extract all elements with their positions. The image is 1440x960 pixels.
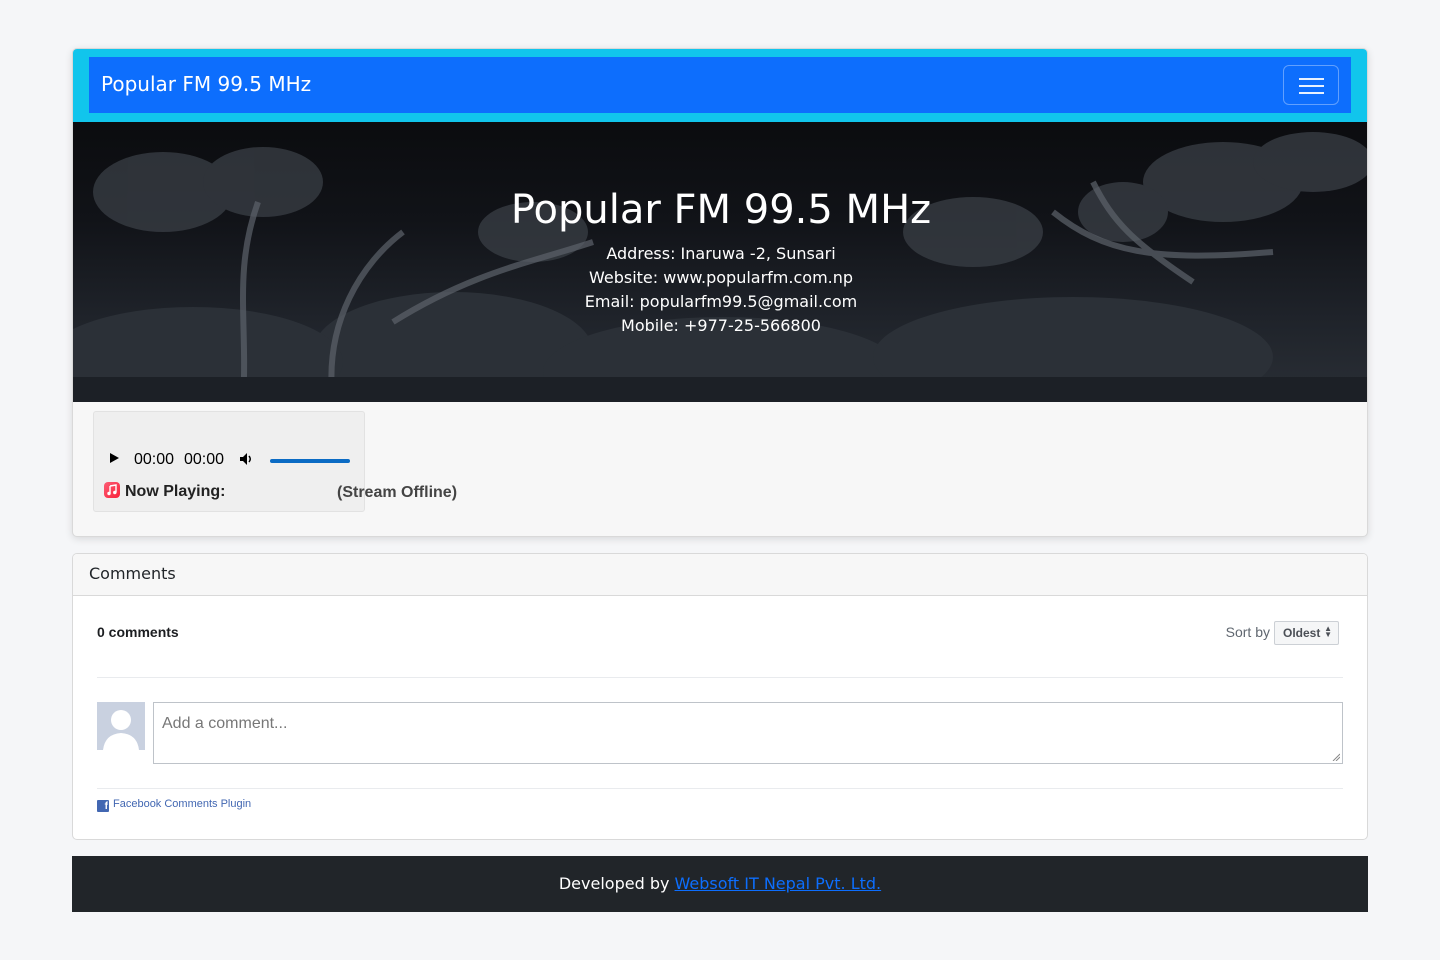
stream-status: (Stream Offline) (337, 484, 458, 501)
facebook-plugin-label: Facebook Comments Plugin (113, 798, 252, 810)
default-avatar-icon (103, 710, 139, 750)
audio-player[interactable]: 00:00 00:00 (102, 446, 362, 474)
audio-player-box: 00:00 00:00 Now Playing: (93, 411, 365, 512)
sort-select[interactable]: Oldest ▲ ▼ (1274, 621, 1339, 645)
hamburger-icon-bar (1299, 85, 1324, 87)
hamburger-icon-bar (1299, 92, 1324, 94)
navbar-container: Popular FM 99.5 MHz (73, 49, 1367, 122)
navbar-brand[interactable]: Popular FM 99.5 MHz (101, 72, 311, 96)
now-playing-label: Now Playing: (125, 483, 226, 500)
divider (97, 788, 1343, 789)
resize-grip-icon[interactable] (1332, 753, 1340, 761)
divider (97, 677, 1343, 678)
navbar-toggler-button[interactable] (1283, 65, 1339, 105)
station-email: Email: popularfm99.5@gmail.com (584, 292, 858, 311)
comment-count: 0 comments (97, 624, 179, 640)
developer-link[interactable]: Websoft IT Nepal Pvt. Ltd. (675, 874, 882, 893)
station-card: Popular FM 99.5 MHz Popular FM 99.5 MHz … (72, 48, 1368, 537)
comments-card: Comments 0 comments Sort by Oldest ▲ ▼ Ad… (72, 553, 1368, 840)
station-mobile: Mobile: +977-25-566800 (621, 316, 821, 335)
navbar: Popular FM 99.5 MHz (89, 57, 1351, 113)
volume-icon[interactable] (239, 452, 253, 466)
footer: Developed by Websoft IT Nepal Pvt. Ltd. (72, 856, 1368, 912)
comment-input-placeholder: Add a comment... (162, 715, 288, 732)
hamburger-icon (1299, 78, 1324, 80)
station-address: Address: Inaruwa -2, Sunsari (606, 244, 836, 263)
facebook-icon: f (97, 800, 109, 812)
avatar (97, 702, 145, 750)
volume-slider[interactable] (270, 459, 350, 463)
sort-arrows-icon: ▲ ▼ (1324, 624, 1332, 639)
comments-header: Comments (73, 554, 1367, 596)
music-note-icon (104, 482, 120, 498)
hero-title: Popular FM 99.5 MHz (510, 187, 932, 233)
station-website: Website: www.popularfm.com.np (588, 268, 854, 287)
sort-select-value: Oldest (1283, 626, 1321, 640)
hero-banner: Popular FM 99.5 MHz Address: Inaruwa -2,… (73, 122, 1367, 402)
play-icon[interactable] (110, 453, 119, 463)
facebook-plugin-link[interactable]: f Facebook Comments Plugin (97, 798, 251, 812)
comment-input[interactable]: Add a comment... (153, 702, 1343, 764)
sort-by-label: Sort by (1225, 624, 1270, 640)
current-time: 00:00 (134, 451, 175, 468)
footer-prefix: Developed by (558, 874, 670, 893)
now-playing: Now Playing: (104, 482, 225, 501)
duration-time: 00:00 (184, 451, 225, 468)
